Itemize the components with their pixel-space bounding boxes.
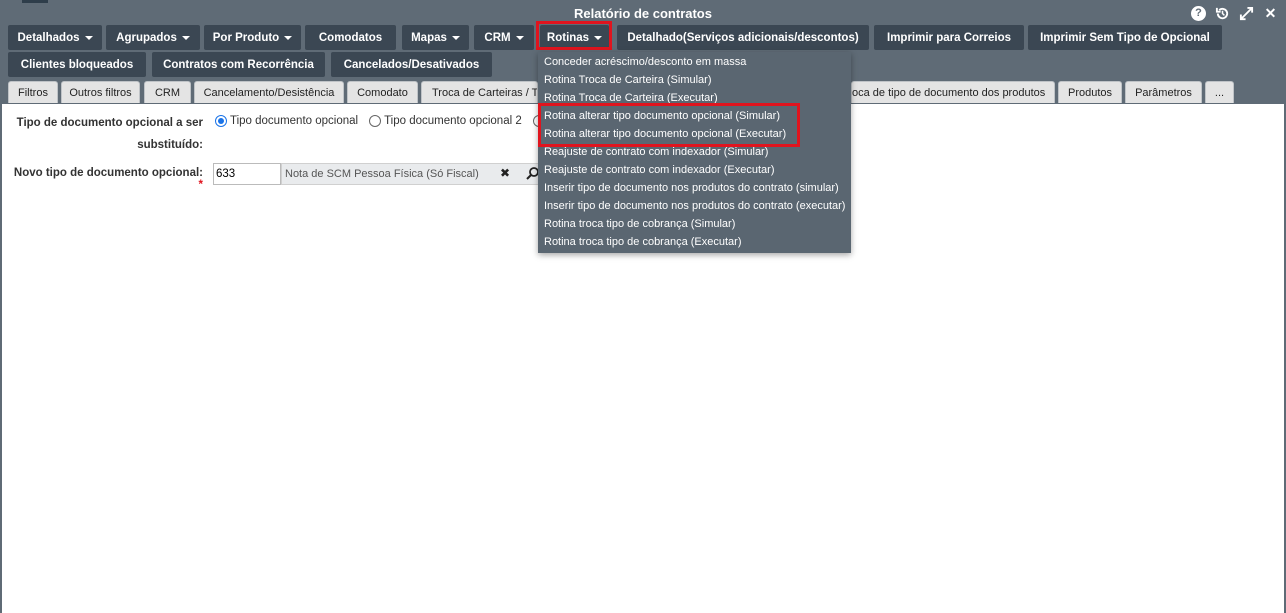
close-icon[interactable]: ✕: [1263, 6, 1278, 21]
por-produto-label: Por Produto: [212, 31, 280, 44]
title-bar: Relatório de contratos ? ✕: [0, 0, 1286, 26]
imprimir-sem-tipo-label: Imprimir Sem Tipo de Opcional: [1040, 31, 1210, 44]
chevron-down-icon: [451, 35, 460, 40]
menu-item-reajuste-executar[interactable]: Reajuste de contrato com indexador (Exec…: [544, 161, 775, 179]
document-type-code-input[interactable]: [213, 163, 281, 185]
tab-more[interactable]: ...: [1205, 81, 1234, 103]
rotinas-highlight-box: [536, 21, 612, 50]
menu-item-inserir-tipo-simular[interactable]: Inserir tipo de documento nos produtos d…: [544, 179, 839, 197]
menu-item-conceder-acrescimo[interactable]: Conceder acréscimo/desconto em massa: [544, 53, 746, 71]
required-mark: *: [198, 179, 203, 191]
mapas-label: Mapas: [411, 31, 447, 44]
replace-type-label-cont: substituído:: [137, 139, 203, 151]
agrupados-button[interactable]: Agrupados: [106, 25, 200, 50]
por-produto-button[interactable]: Por Produto: [204, 25, 301, 50]
clear-icon[interactable]: ✖: [500, 166, 510, 180]
report-window: Relatório de contratos ? ✕ Detalhados Ag…: [0, 0, 1286, 613]
alterar-tipo-highlight-box: [538, 103, 800, 147]
tab-filtros[interactable]: Filtros: [8, 81, 58, 103]
imprimir-correios-label: Imprimir para Correios: [887, 31, 1011, 44]
detalhado-servicos-label: Detalhado(Serviços adicionais/descontos): [627, 31, 859, 44]
tab-cancelamento[interactable]: Cancelamento/Desistência: [194, 81, 344, 103]
menu-item-troca-cobranca-executar[interactable]: Rotina troca tipo de cobrança (Executar): [544, 233, 742, 251]
new-type-label-text: Novo tipo de documento opcional:: [13, 167, 203, 179]
replace-type-label: Tipo de documento opcional a ser: [16, 117, 203, 129]
clientes-bloqueados-label: Clientes bloqueados: [20, 58, 134, 71]
chevron-down-icon: [181, 35, 190, 40]
comodatos-label: Comodatos: [318, 31, 383, 44]
detalhados-label: Detalhados: [17, 31, 80, 44]
radio-tipo-opcional[interactable]: Tipo documento opcional: [215, 115, 358, 127]
menu-item-troca-cobranca-simular[interactable]: Rotina troca tipo de cobrança (Simular): [544, 215, 735, 233]
tab-crm[interactable]: CRM: [144, 81, 191, 103]
radio-button-checked[interactable]: [215, 115, 227, 127]
new-type-label: Novo tipo de documento opcional: *: [8, 167, 203, 191]
tab-parametros[interactable]: Parâmetros: [1125, 81, 1202, 103]
help-icon[interactable]: ?: [1191, 6, 1206, 21]
radio-button[interactable]: [369, 115, 382, 127]
expand-icon[interactable]: [1239, 6, 1254, 21]
mapas-button[interactable]: Mapas: [402, 25, 469, 50]
comodatos-button[interactable]: Comodatos: [305, 25, 396, 50]
tab-troca-tipo-documento[interactable]: oca de tipo de documento dos produtos: [851, 81, 1055, 103]
crm-button[interactable]: CRM: [474, 25, 534, 50]
replace-type-radio-group: Tipo documento opcional Tipo documento o…: [215, 115, 566, 127]
tab-outros-filtros[interactable]: Outros filtros: [61, 81, 140, 103]
tab-troca-carteiras[interactable]: Troca de Carteiras / T: [421, 81, 538, 103]
radio-tipo-opcional-2[interactable]: Tipo documento opcional 2: [369, 115, 522, 127]
agrupados-label: Agrupados: [116, 31, 177, 44]
imprimir-sem-tipo-button[interactable]: Imprimir Sem Tipo de Opcional: [1028, 25, 1222, 50]
detalhado-servicos-button[interactable]: Detalhado(Serviços adicionais/descontos): [617, 25, 869, 50]
menu-item-troca-carteira-simular[interactable]: Rotina Troca de Carteira (Simular): [544, 71, 712, 89]
chevron-down-icon: [284, 35, 293, 40]
cancelados-desativados-label: Cancelados/Desativados: [343, 58, 480, 71]
title-bar-icons: ? ✕: [1191, 6, 1278, 21]
detalhados-button[interactable]: Detalhados: [8, 25, 102, 50]
contratos-recorrencia-label: Contratos com Recorrência: [163, 58, 314, 71]
radio-tipo-opcional-2-label: Tipo documento opcional 2: [384, 115, 522, 127]
window-title: Relatório de contratos: [574, 6, 712, 21]
history-icon[interactable]: [1215, 6, 1230, 21]
imprimir-correios-button[interactable]: Imprimir para Correios: [874, 25, 1024, 50]
cancelados-desativados-button[interactable]: Cancelados/Desativados: [331, 52, 492, 77]
clientes-bloqueados-button[interactable]: Clientes bloqueados: [8, 52, 146, 77]
menu-item-inserir-tipo-executar[interactable]: Inserir tipo de documento nos produtos d…: [544, 197, 845, 215]
crm-label: CRM: [484, 31, 511, 44]
title-bar-accent: [22, 0, 48, 3]
rotinas-dropdown-menu: Conceder acréscimo/desconto em massa Rot…: [538, 52, 851, 253]
chevron-down-icon: [84, 35, 93, 40]
tab-produtos[interactable]: Produtos: [1058, 81, 1122, 103]
radio-tipo-opcional-label: Tipo documento opcional: [230, 115, 359, 127]
chevron-down-icon: [515, 35, 524, 40]
contratos-recorrencia-button[interactable]: Contratos com Recorrência: [152, 52, 325, 77]
tab-comodato[interactable]: Comodato: [347, 81, 418, 103]
